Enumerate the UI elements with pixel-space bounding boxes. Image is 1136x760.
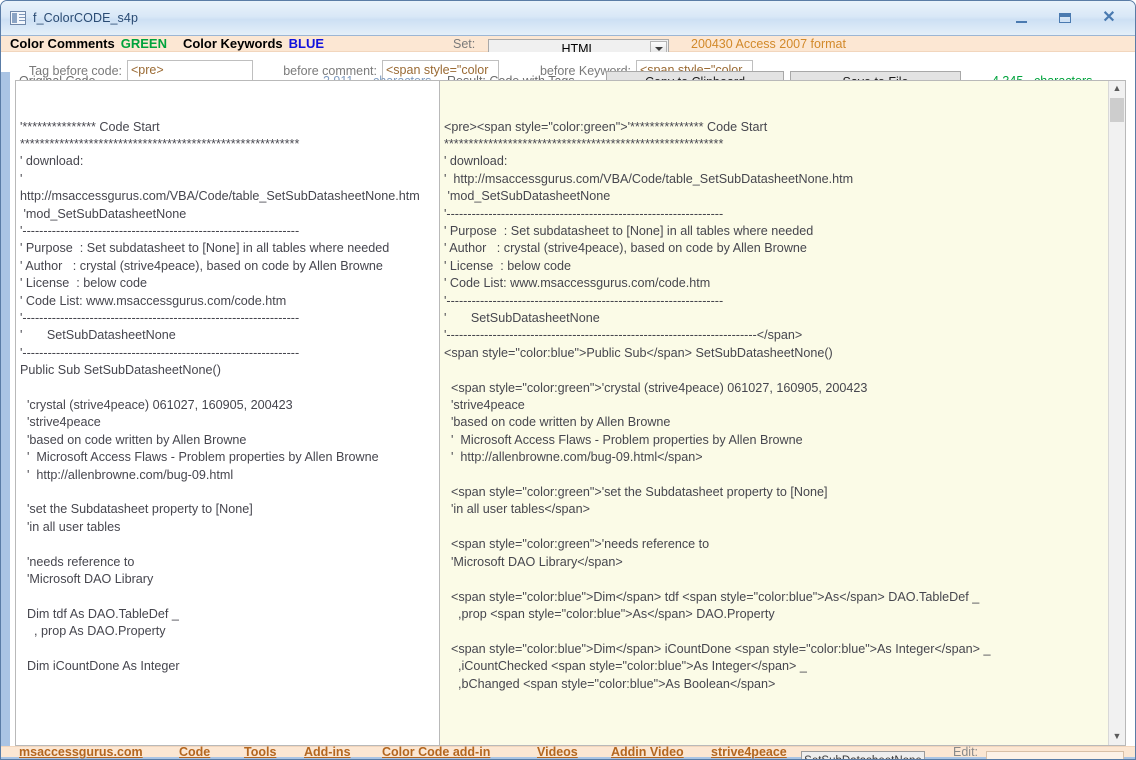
bottom-nav-bar: msaccessgurus.com Code Tools Add-ins Col… — [1, 744, 1135, 759]
nav-link-addins[interactable]: Add-ins — [304, 745, 351, 759]
scroll-up-glyph: ▲ — [1112, 83, 1122, 94]
result-code-text: <pre><span style="color:green">'********… — [444, 119, 991, 691]
keywords-color-word: BLUE — [288, 36, 325, 51]
original-code-text: '*************** Code Start ************… — [20, 119, 420, 674]
close-icon[interactable]: ✕ — [1087, 3, 1131, 33]
panel-header-row: Original Code 2,911 characters Result: C… — [1, 71, 1135, 94]
maximize-icon[interactable] — [1043, 3, 1087, 33]
window-title: f_ColorCODE_s4p — [33, 11, 139, 25]
nav-link-videos[interactable]: Videos — [537, 745, 578, 759]
nav-link-code[interactable]: Code — [179, 745, 210, 759]
result-vertical-scrollbar[interactable]: ▲ ▼ — [1108, 80, 1125, 746]
edit-button-pre: SetSubDatasheet — [804, 755, 894, 759]
window-controls: ✕ — [999, 1, 1131, 35]
scrollbar-thumb[interactable] — [1110, 97, 1124, 122]
edit-button-accel: N — [894, 755, 902, 759]
form-body: Color Comments GREEN Color Keywords BLUE… — [1, 36, 1135, 759]
tag-fields-area: Tag before code: <pre> after code: </pre… — [1, 52, 1135, 106]
edit-button-post: one — [903, 755, 922, 759]
access-form-window: f_ColorCODE_s4p ✕ Color Comments GREEN C… — [0, 0, 1136, 760]
form-icon — [10, 11, 26, 25]
set-label: Set: — [453, 36, 476, 51]
nav-link-color-code-addin[interactable]: Color Code add-in — [382, 745, 490, 759]
nav-link-msaccessgurus[interactable]: msaccessgurus.com — [19, 745, 143, 759]
format-note: 200430 Access 2007 format — [691, 36, 846, 51]
left-accent-stripe — [1, 36, 10, 759]
header-band: Color Comments GREEN Color Keywords BLUE… — [1, 36, 1135, 59]
color-comments-label: Color Comments — [10, 36, 115, 51]
title-bar: f_ColorCODE_s4p ✕ — [1, 1, 1135, 36]
nav-link-tools[interactable]: Tools — [244, 745, 276, 759]
edit-object-button[interactable]: SetSubDatasheetNone — [801, 751, 925, 759]
scroll-down-glyph: ▼ — [1112, 731, 1122, 742]
result-code-textarea[interactable]: <pre><span style="color:green">'********… — [439, 79, 1126, 747]
nav-link-strive4peace[interactable]: strive4peace — [711, 745, 787, 759]
edit-label: Edit: — [953, 744, 979, 759]
nav-link-addin-video[interactable]: Addin Video — [611, 745, 684, 759]
comments-color-word: GREEN — [120, 36, 167, 51]
minimize-icon[interactable] — [999, 3, 1043, 33]
code-panels: '*************** Code Start ************… — [15, 79, 1126, 747]
scroll-down-icon[interactable]: ▼ — [1109, 729, 1125, 745]
scroll-up-icon[interactable]: ▲ — [1109, 81, 1125, 97]
edit-input[interactable] — [986, 751, 1124, 759]
original-code-textarea[interactable]: '*************** Code Start ************… — [15, 79, 439, 747]
color-keywords-label: Color Keywords — [182, 36, 283, 51]
